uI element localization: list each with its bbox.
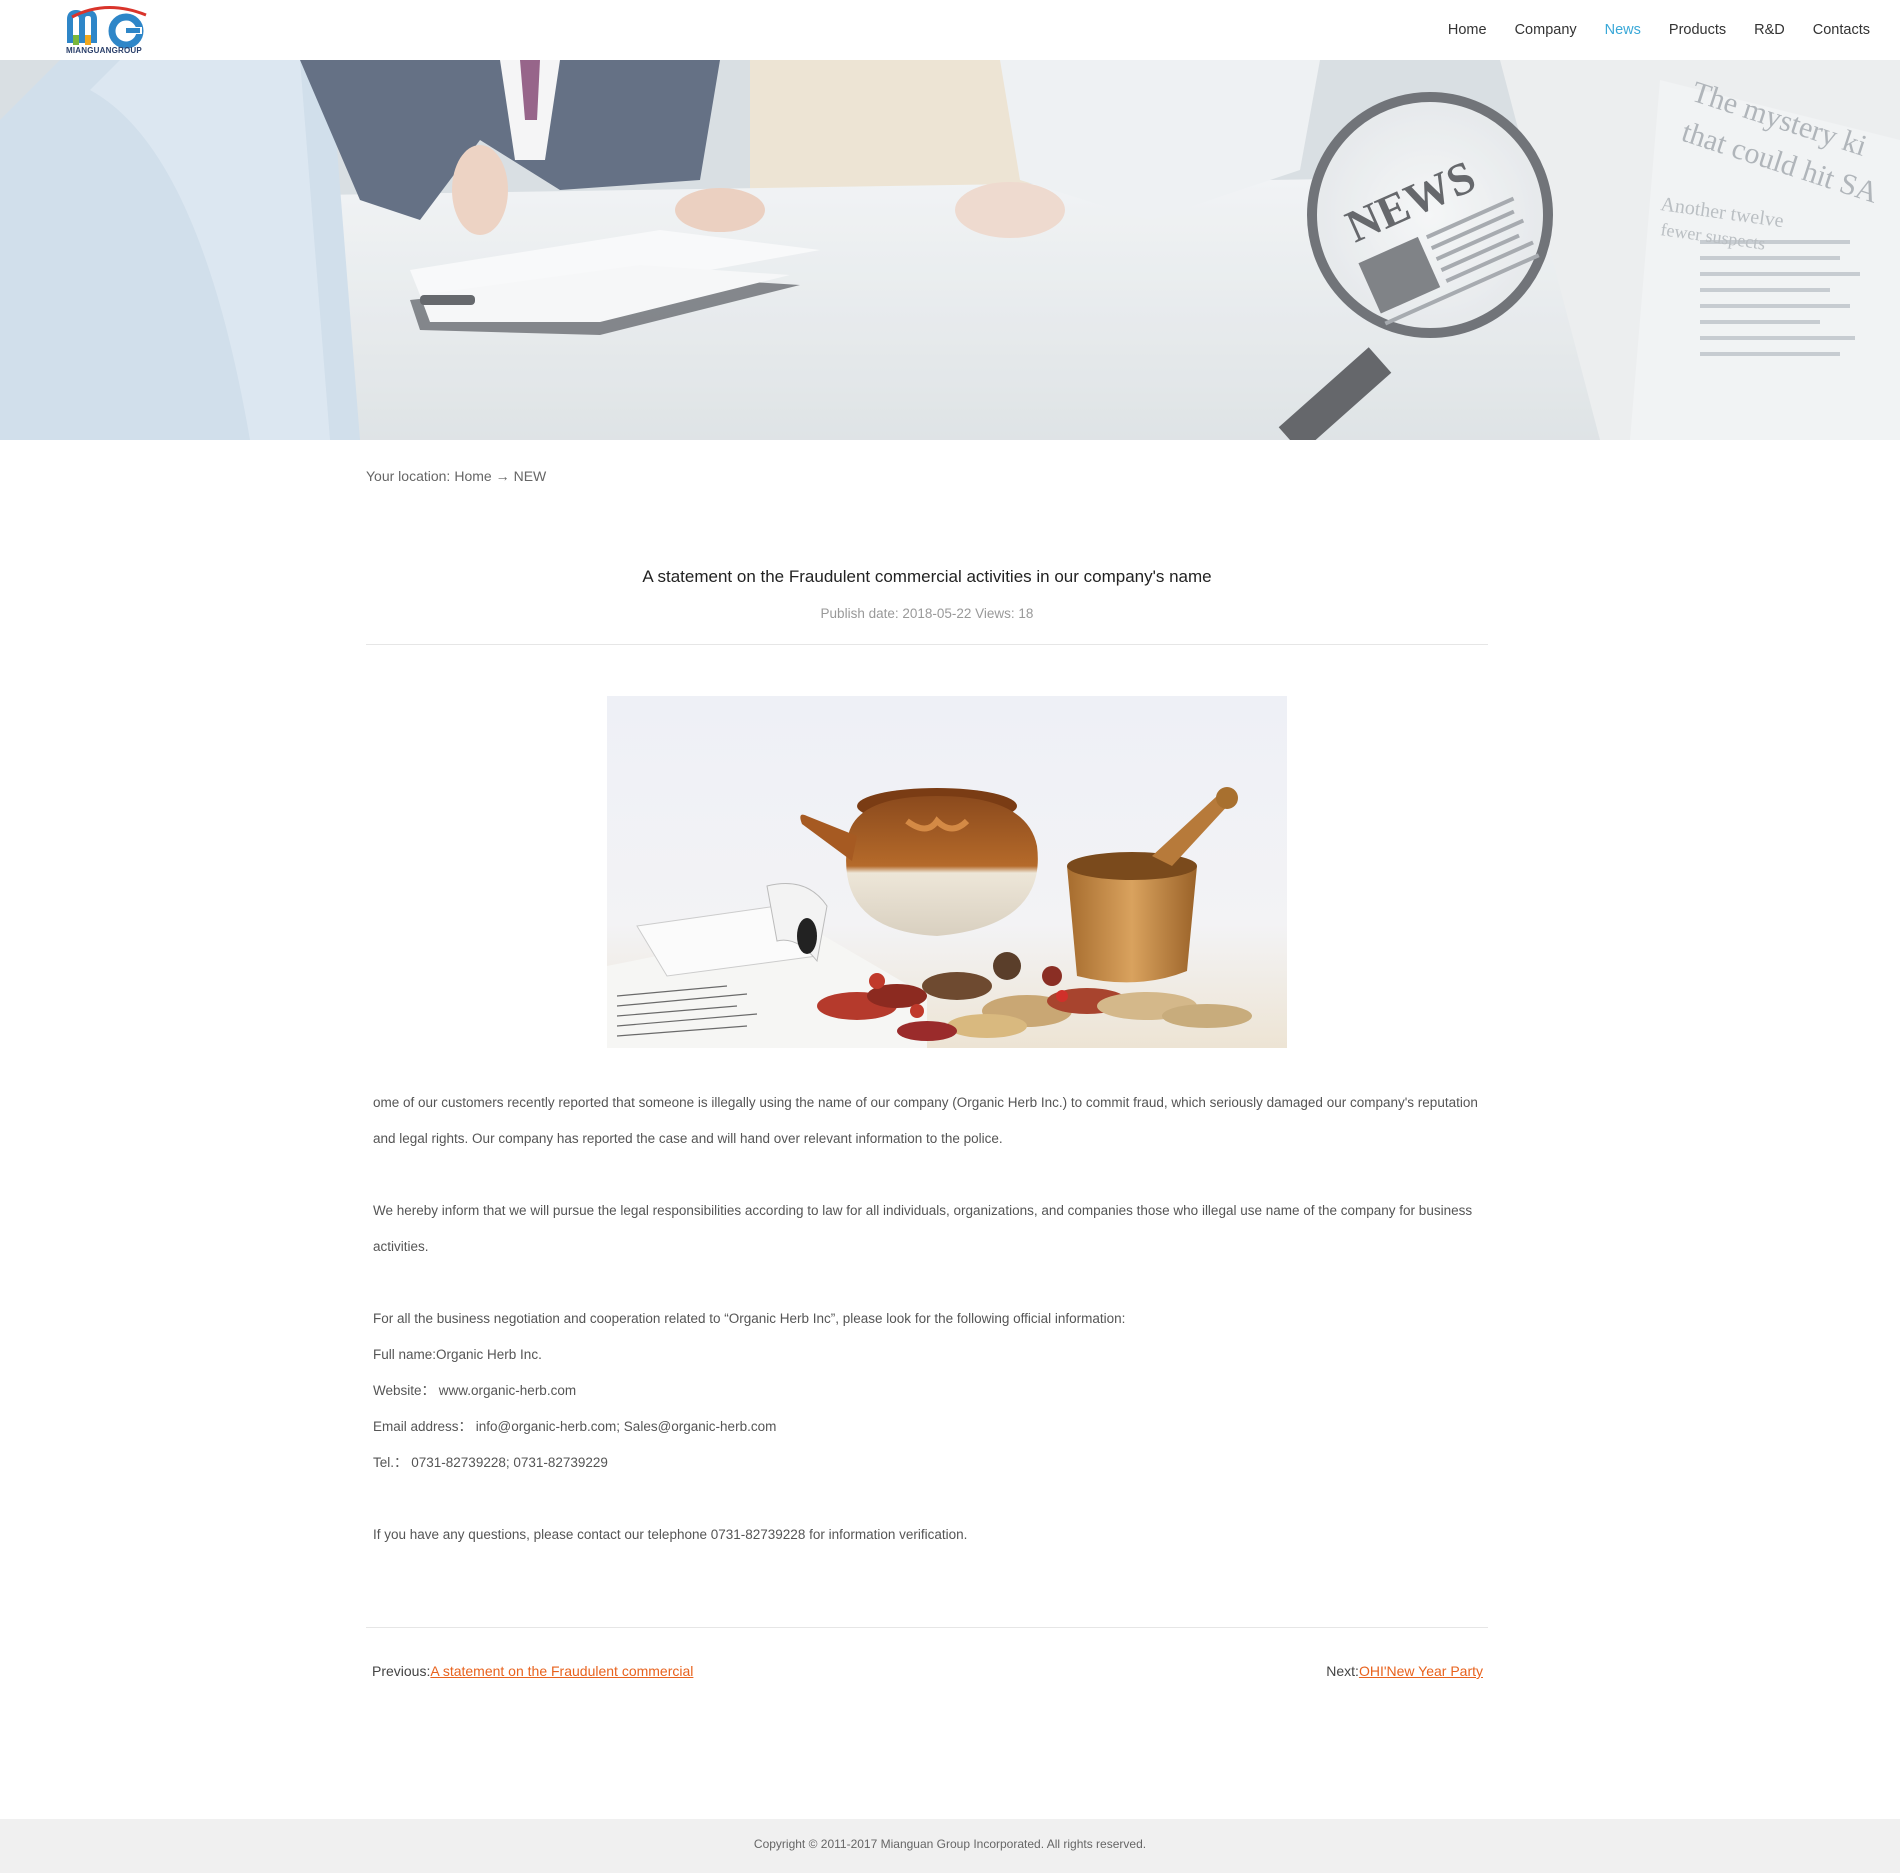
company-logo[interactable]: MIANGUANGROUP xyxy=(66,5,151,55)
logo-mark-icon xyxy=(67,5,147,49)
body-divider xyxy=(366,1627,1488,1628)
breadcrumb-current[interactable]: NEW xyxy=(514,468,547,484)
nav-contacts[interactable]: Contacts xyxy=(1813,20,1870,40)
logo-wordmark: MIANGUANGROUP xyxy=(66,46,142,55)
breadcrumb: Your location: Home → NEW xyxy=(366,467,546,485)
nav-company[interactable]: Company xyxy=(1515,20,1577,40)
hero-banner: The mystery ki that could hit SA Another… xyxy=(0,60,1900,440)
previous-label: Previous: xyxy=(372,1663,431,1679)
article-email: Email address： info@organic-herb.com; Sa… xyxy=(373,1419,777,1434)
breadcrumb-arrow-icon: → xyxy=(495,468,510,484)
article-tel: Tel.： 0731-82739228; 0731-82739229 xyxy=(373,1455,608,1470)
next-article-link[interactable]: OHI'New Year Party xyxy=(1359,1663,1483,1679)
article-full-name: Full name:Organic Herb Inc. xyxy=(373,1347,542,1362)
article-website: Website： www.organic-herb.com xyxy=(373,1383,577,1398)
article-paragraph-3: For all the business negotiation and coo… xyxy=(373,1311,1126,1326)
previous-article: Previous:A statement on the Fraudulent c… xyxy=(372,1661,693,1681)
breadcrumb-prefix: Your location: xyxy=(366,468,451,484)
nav-products[interactable]: Products xyxy=(1669,20,1726,40)
nav-news[interactable]: News xyxy=(1605,20,1641,40)
nav-rd[interactable]: R&D xyxy=(1754,20,1785,40)
next-article: Next:OHI'New Year Party xyxy=(1326,1661,1483,1681)
previous-article-link[interactable]: A statement on the Fraudulent commercial xyxy=(430,1663,693,1679)
article-image xyxy=(607,696,1287,1048)
site-header: MIANGUANGROUP Home Company News Products… xyxy=(0,0,1900,60)
article-paragraph-1: ome of our customers recently reported t… xyxy=(373,1095,1478,1146)
main-nav: Home Company News Products R&D Contacts xyxy=(1420,20,1870,40)
banner-illustration: The mystery ki that could hit SA Another… xyxy=(0,60,1900,440)
article-title: A statement on the Fraudulent commercial… xyxy=(642,567,1212,586)
copyright-text: Copyright © 2011-2017 Mianguan Group Inc… xyxy=(753,1837,1147,1851)
next-label: Next: xyxy=(1326,1663,1359,1679)
article-meta: Publish date: 2018-05-22 Views: 18 xyxy=(820,606,1034,621)
site-footer: Copyright © 2011-2017 Mianguan Group Inc… xyxy=(0,1819,1900,1873)
title-divider xyxy=(366,644,1488,645)
breadcrumb-home-link[interactable]: Home xyxy=(454,468,491,484)
article-paragraph-last: If you have any questions, please contac… xyxy=(373,1527,968,1542)
article-paragraph-2: We hereby inform that we will pursue the… xyxy=(373,1203,1473,1254)
nav-home[interactable]: Home xyxy=(1448,20,1487,40)
